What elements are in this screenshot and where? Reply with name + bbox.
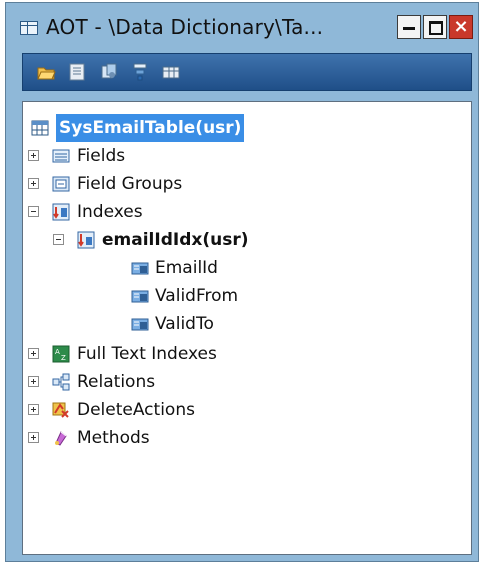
close-button[interactable]: ×: [449, 15, 473, 39]
tree-node-indexes-label: Indexes: [77, 202, 143, 222]
tree-node-index-field-label: ValidTo: [155, 314, 214, 334]
filter-icon[interactable]: [130, 62, 150, 82]
fields-icon: [52, 149, 70, 163]
expand-plus-icon[interactable]: [28, 376, 39, 387]
relations-icon: [52, 373, 70, 391]
tree-node-index-field-label: ValidFrom: [155, 286, 239, 306]
tree-node-field-groups-label: Field Groups: [77, 174, 183, 194]
aot-tree: SysEmailTable(usr) Fields Field Groups I…: [22, 101, 472, 555]
tree-node-index-field-label: EmailId: [155, 258, 218, 278]
collapse-minus-icon[interactable]: [28, 206, 39, 217]
window-table-icon: [20, 21, 38, 35]
expand-plus-icon[interactable]: [28, 178, 39, 189]
expand-plus-icon[interactable]: [28, 404, 39, 415]
tree-node-delete-actions-label: DeleteActions: [77, 400, 195, 420]
tree-node-index-label: emailIdIdx(usr): [102, 230, 249, 250]
tree-node-fields-label: Fields: [77, 146, 126, 166]
maximize-button[interactable]: [423, 15, 447, 39]
full-text-index-icon: A Z: [52, 345, 70, 363]
utc-datetime-field-icon: [131, 290, 149, 303]
window-title: AOT - \Data Dictionary\Ta...: [46, 15, 324, 39]
aot-toolbar: [22, 53, 472, 91]
grid-icon[interactable]: [161, 62, 181, 82]
svg-text:Z: Z: [61, 354, 66, 362]
title-bar[interactable]: AOT - \Data Dictionary\Ta... ×: [6, 3, 478, 53]
indexes-icon: [52, 203, 70, 221]
string-field-icon: [131, 262, 149, 275]
expand-plus-icon[interactable]: [28, 432, 39, 443]
aot-window: AOT - \Data Dictionary\Ta... × SysEmailT…: [5, 2, 479, 562]
tree-node-root-label: SysEmailTable(usr): [56, 114, 245, 142]
tree-node-methods-label: Methods: [77, 428, 150, 448]
collapse-minus-icon[interactable]: [53, 234, 64, 245]
minimize-button[interactable]: [397, 15, 421, 39]
utc-datetime-field-icon: [131, 318, 149, 331]
field-groups-icon: [52, 176, 70, 192]
index-icon: [77, 231, 95, 249]
methods-icon: [55, 431, 67, 446]
tree-node-full-text-indexes-label: Full Text Indexes: [77, 344, 217, 364]
expand-plus-icon[interactable]: [28, 348, 39, 359]
tree-node-relations-label: Relations: [77, 372, 156, 392]
properties-icon[interactable]: [67, 62, 87, 82]
compile-icon[interactable]: [99, 62, 119, 82]
open-folder-icon[interactable]: [36, 62, 56, 82]
svg-text:A: A: [55, 348, 60, 356]
table-icon: [31, 120, 49, 136]
delete-actions-icon: [52, 402, 69, 418]
expand-plus-icon[interactable]: [28, 150, 39, 161]
